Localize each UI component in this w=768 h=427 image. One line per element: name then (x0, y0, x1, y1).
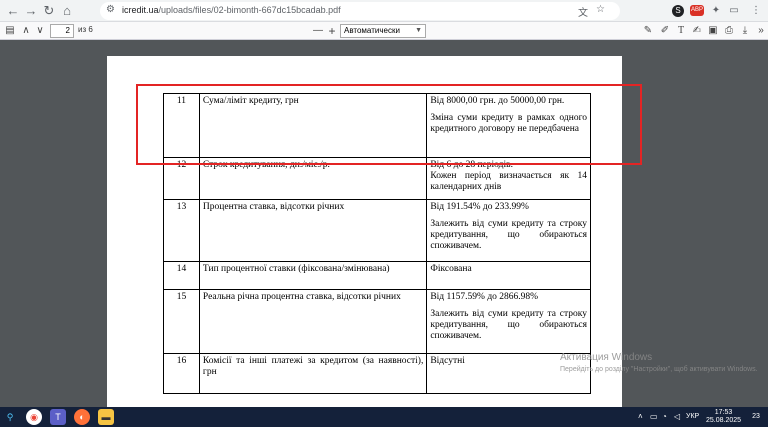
chevron-down-icon: ▼ (415, 27, 422, 34)
draw-icon[interactable]: ✐ (658, 23, 672, 39)
row-number: 14 (163, 261, 200, 290)
url-text: icredit.ua/uploads/files/02-bimonth-667d… (122, 5, 341, 15)
adblock-icon[interactable]: ABP (690, 5, 704, 16)
signature-icon[interactable]: ✍ (690, 23, 704, 39)
firefox-icon[interactable]: ◐ (74, 409, 90, 425)
pdf-toolbar: ▤ ∧ ∨ 2 из 6 — + Автоматически ▼ ✎ ✐ T ✍ … (0, 22, 768, 40)
file-explorer-icon[interactable]: ▬ (98, 409, 114, 425)
table-row: 13 Процентна ставка, відсотки річних Від… (163, 199, 591, 262)
extension-s-icon[interactable]: S (672, 5, 684, 17)
table-row: 14 Тип процентної ставки (фіксована/змін… (163, 261, 591, 290)
row-label: Реальна річна процентна ставка, відсотки… (198, 289, 428, 354)
row-label: Процентна ставка, відсотки річних (198, 199, 428, 262)
translate-icon[interactable]: 文 (578, 4, 588, 19)
row-value: Від 1157.59% до 2866.98% Залежить від су… (426, 289, 591, 354)
windows-activation-watermark: Активация Windows Перейдіть до розділу "… (560, 352, 758, 373)
highlight-icon[interactable]: ✎ (641, 23, 655, 39)
notification-icon[interactable]: 23 (748, 409, 764, 425)
row-value: Від 191.54% до 233.99% Залежить від суми… (426, 199, 591, 262)
page-total: из 6 (78, 25, 93, 34)
network-icon[interactable]: ▭ (650, 412, 658, 421)
save-icon[interactable]: ⤓ (738, 23, 752, 39)
more-tools-icon[interactable]: » (754, 23, 768, 39)
sidebar-icon[interactable]: ▭ (726, 3, 742, 19)
search-icon[interactable]: ⚲ (2, 409, 18, 425)
reload-icon[interactable]: ↻ (40, 2, 58, 20)
row-number: 15 (163, 289, 200, 354)
prev-page-icon[interactable]: ∧ (20, 23, 32, 39)
text-icon[interactable]: T (674, 23, 688, 39)
site-info-icon[interactable]: ⚙ (106, 4, 115, 15)
row-number: 16 (163, 353, 200, 394)
url-bar[interactable]: ⚙ icredit.ua/uploads/files/02-bimonth-66… (100, 2, 620, 20)
tray-chevron-icon[interactable]: ˄ (638, 412, 643, 421)
zoom-in-button[interactable]: + (326, 23, 338, 39)
browser-menu-icon[interactable]: ⋮ (748, 3, 764, 19)
clock[interactable]: 17:53 25.08.2025 (706, 409, 741, 425)
windows-taskbar: ⚲ ◉ T ◐ ▬ ˄ ▭ ◔ ◁ УКР 17:53 25.08.2025 2… (0, 407, 768, 427)
image-icon[interactable]: ▣ (706, 23, 720, 39)
volume-icon[interactable]: ◁ (674, 412, 680, 421)
language-indicator[interactable]: УКР (686, 413, 699, 420)
browser-address-bar: ← → ↻ ⌂ ⚙ icredit.ua/uploads/files/02-bi… (0, 0, 768, 22)
row-number: 13 (163, 199, 200, 262)
extensions-puzzle-icon[interactable]: ✦ (708, 3, 724, 19)
zoom-out-button[interactable]: — (312, 23, 324, 39)
teams-icon[interactable]: T (50, 409, 66, 425)
row-value: Фіксована (426, 261, 591, 290)
chrome-icon[interactable]: ◉ (26, 409, 42, 425)
print-icon[interactable]: ⎙ (722, 23, 736, 39)
back-icon[interactable]: ← (4, 2, 22, 20)
home-icon[interactable]: ⌂ (58, 2, 76, 20)
table-row: 16 Комісії та інші платежі за кредитом (… (163, 353, 591, 394)
wifi-icon[interactable]: ◔ (662, 412, 667, 421)
red-highlight-box (136, 84, 642, 165)
row-label: Комісії та інші платежі за кредитом (за … (198, 353, 428, 394)
sidebar-toggle-icon[interactable]: ▤ (3, 23, 17, 39)
row-label: Тип процентної ставки (фіксована/змінюва… (198, 261, 428, 290)
zoom-select[interactable]: Автоматически ▼ (340, 24, 426, 38)
next-page-icon[interactable]: ∨ (34, 23, 46, 39)
bookmark-star-icon[interactable]: ☆ (596, 4, 605, 15)
table-row: 15 Реальна річна процентна ставка, відсо… (163, 289, 591, 354)
page-number-input[interactable]: 2 (50, 24, 74, 38)
forward-icon[interactable]: → (22, 2, 40, 20)
